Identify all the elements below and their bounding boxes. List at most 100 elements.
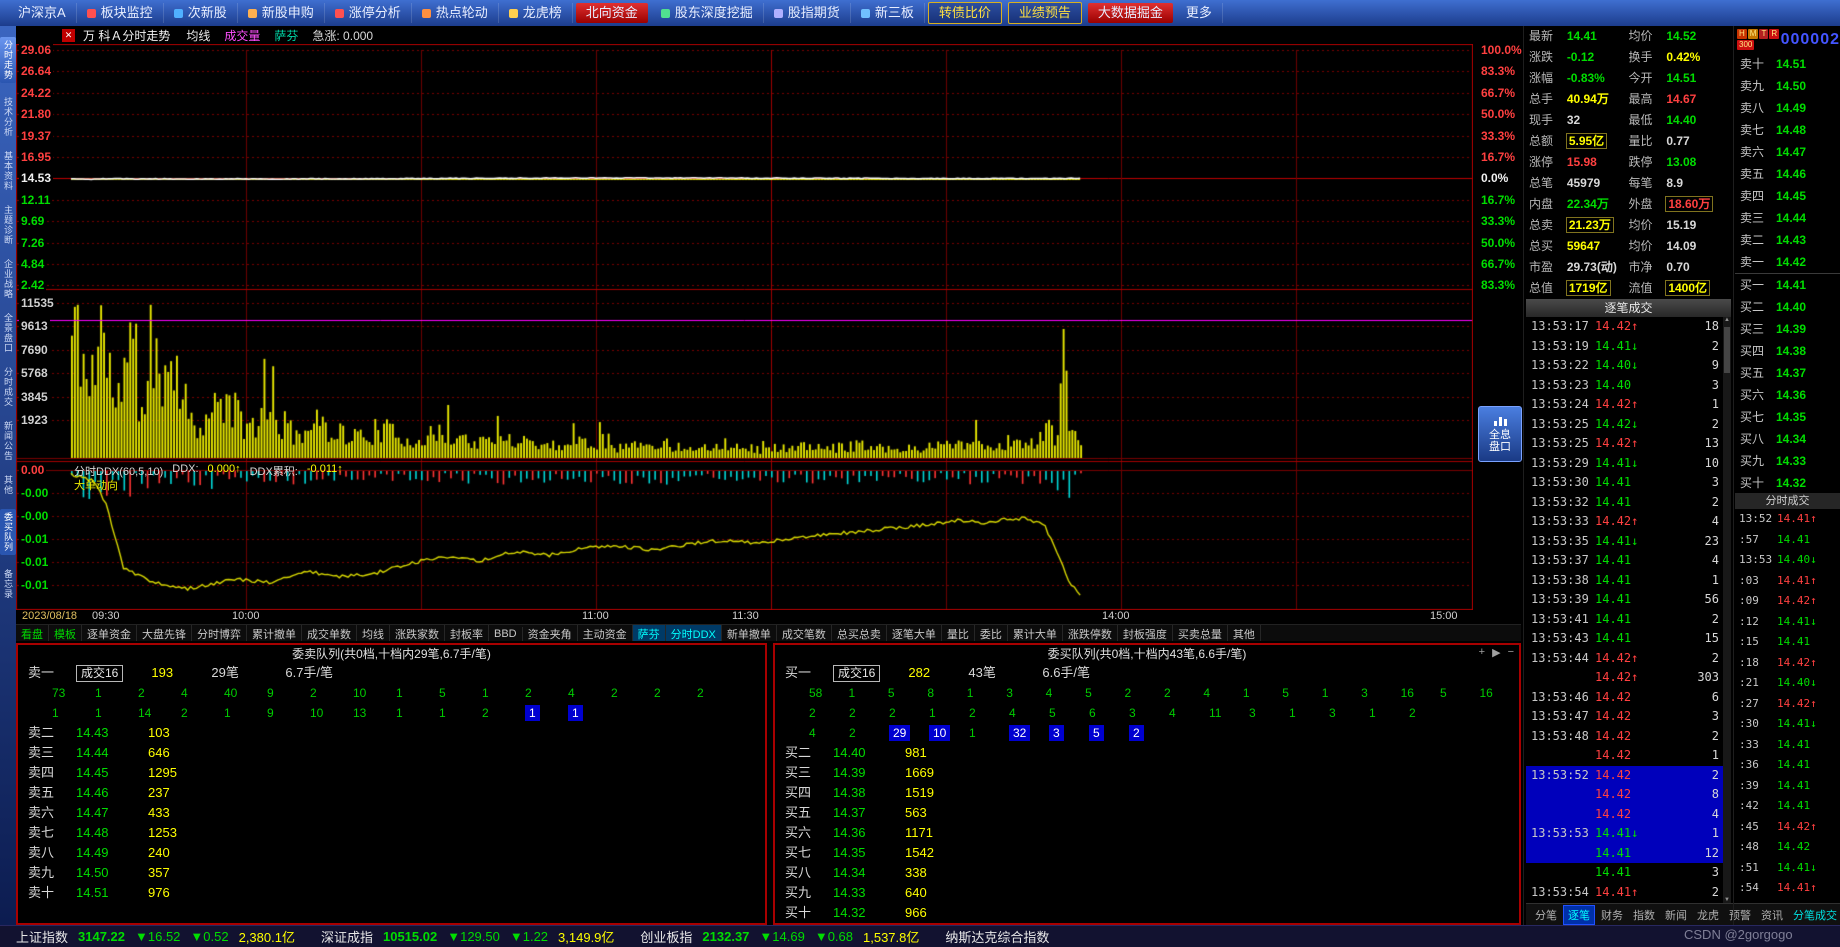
time-sales-row[interactable]: :42 14.41 <box>1735 796 1840 817</box>
time-sales-row[interactable]: 13:53 14.40↓ <box>1735 550 1840 571</box>
menu-item-板块监控[interactable]: 板块监控 <box>77 3 164 23</box>
menu-item-业绩预告[interactable]: 业绩预告 <box>1007 2 1082 24</box>
tick-row[interactable]: 13:53:48 14.42 2 <box>1526 727 1723 747</box>
bid-row[interactable]: 买二 14.40 <box>1735 296 1840 318</box>
tick-row[interactable]: 14.42 4 <box>1526 804 1723 824</box>
ask-row[interactable]: 卖三 14.44 <box>1735 207 1840 229</box>
queue-level-row[interactable]: 买六 14.36 1171 <box>775 823 1519 843</box>
menu-item-龙虎榜[interactable]: 龙虎榜 <box>499 3 573 23</box>
scrollbar-thumb[interactable] <box>1724 327 1730 373</box>
time-sales-row[interactable]: :12 14.41↓ <box>1735 612 1840 633</box>
bid-row[interactable]: 买九 14.33 <box>1735 450 1840 472</box>
sidebar-item-委买队列[interactable]: 委买队列 <box>0 509 16 555</box>
tick-row[interactable]: 14.42↑ 303 <box>1526 668 1723 688</box>
sidebar-item-备忘录[interactable]: 备忘录 <box>1 569 15 599</box>
ask-row[interactable]: 卖一 14.42 <box>1735 251 1840 273</box>
tab-模板[interactable]: 模板 <box>49 624 82 643</box>
tab-涨跌家数[interactable]: 涨跌家数 <box>390 624 445 643</box>
close-icon[interactable]: ✕ <box>62 28 75 42</box>
footer-tab-分笔[interactable]: 分笔 <box>1531 906 1561 924</box>
ask-row[interactable]: 卖六 14.47 <box>1735 141 1840 163</box>
tab-累计大单[interactable]: 累计大单 <box>1008 624 1063 643</box>
menu-item-大数据掘金[interactable]: 大数据掘金 <box>1087 3 1173 23</box>
queue-control-button[interactable]: − <box>1508 646 1514 659</box>
sidebar-item-分时走势[interactable]: 分时走势 <box>0 37 16 83</box>
queue-level-row[interactable]: 卖七 14.48 1253 <box>18 823 765 843</box>
tick-row[interactable]: 13:53:23 14.40 3 <box>1526 376 1723 396</box>
scroll-up-icon[interactable]: ▲ <box>1723 317 1731 323</box>
footer-tab-资讯[interactable]: 资讯 <box>1757 906 1787 924</box>
tab-委比[interactable]: 委比 <box>975 624 1008 643</box>
tick-row[interactable]: 13:53:43 14.41 15 <box>1526 629 1723 649</box>
queue-level-row[interactable]: 卖四 14.45 1295 <box>18 763 765 783</box>
ask-row[interactable]: 卖七 14.48 <box>1735 119 1840 141</box>
bid-row[interactable]: 买六 14.36 <box>1735 384 1840 406</box>
index-quote-上证指数[interactable]: 上证指数 3147.22 ▼16.52 ▼0.52 2,380.1亿 <box>16 927 295 946</box>
footer-tab-分笔成交[interactable]: 分笔成交 <box>1789 906 1840 924</box>
time-sales-row[interactable]: :33 14.41 <box>1735 735 1840 756</box>
tick-row[interactable]: 14.41 3 <box>1526 863 1723 883</box>
tab-成交单数[interactable]: 成交单数 <box>302 624 357 643</box>
tab-逐单资金[interactable]: 逐单资金 <box>82 624 137 643</box>
time-sales-row[interactable]: :45 14.42↑ <box>1735 817 1840 838</box>
queue-level1-row[interactable]: 卖一 成交16 193 29笔 6.7手/笔 <box>18 663 765 683</box>
time-sales-row[interactable]: :57 14.41 <box>1735 530 1840 551</box>
menu-item-新股申购[interactable]: 新股申购 <box>238 3 325 23</box>
tab-封板率[interactable]: 封板率 <box>445 624 489 643</box>
queue-level-row[interactable]: 买七 14.35 1542 <box>775 843 1519 863</box>
intraday-chart-canvas[interactable] <box>16 44 1473 610</box>
menu-item-股指期货[interactable]: 股指期货 <box>764 3 851 23</box>
queue-level-row[interactable]: 买八 14.34 338 <box>775 863 1519 883</box>
tab-成交笔数[interactable]: 成交笔数 <box>777 624 832 643</box>
queue-level-row[interactable]: 卖十 14.51 976 <box>18 883 765 903</box>
menu-item-沪深京A[interactable]: 沪深京A <box>8 3 77 23</box>
tick-row[interactable]: 13:53:25 14.42↑ 13 <box>1526 434 1723 454</box>
time-sales-row[interactable]: :51 14.41↓ <box>1735 858 1840 879</box>
footer-tab-新闻[interactable]: 新闻 <box>1661 906 1691 924</box>
queue-level-row[interactable]: 卖五 14.46 237 <box>18 783 765 803</box>
tab-量比[interactable]: 量比 <box>942 624 975 643</box>
queue-control-button[interactable]: + <box>1479 646 1485 659</box>
sidebar-item-其他[interactable]: 其他 <box>1 475 15 495</box>
tick-row[interactable]: 13:53:19 14.41↓ 2 <box>1526 337 1723 357</box>
tab-分时DDX[interactable]: 分时DDX <box>665 624 722 643</box>
tick-row[interactable]: 13:53:41 14.41 2 <box>1526 610 1723 630</box>
tick-row[interactable]: 13:53:44 14.42↑ 2 <box>1526 649 1723 669</box>
bid-row[interactable]: 买一 14.41 <box>1735 273 1840 296</box>
ask-row[interactable]: 卖八 14.49 <box>1735 97 1840 119</box>
index-quote-创业板指[interactable]: 创业板指 2132.37 ▼14.69 ▼0.68 1,537.8亿 <box>640 927 919 946</box>
tab-涨跌停数[interactable]: 涨跌停数 <box>1063 624 1118 643</box>
footer-tab-预警[interactable]: 预警 <box>1725 906 1755 924</box>
queue-level1-row[interactable]: 买一 成交16 282 43笔 6.6手/笔 <box>775 663 1519 683</box>
tick-row[interactable]: 13:53:53 14.41↓ 1 <box>1526 824 1723 844</box>
time-sales-row[interactable]: :15 14.41 <box>1735 632 1840 653</box>
tab-BBD[interactable]: BBD <box>489 626 523 641</box>
queue-level-row[interactable]: 买九 14.33 640 <box>775 883 1519 903</box>
tick-row[interactable]: 13:53:47 14.42 3 <box>1526 707 1723 727</box>
bid-row[interactable]: 买五 14.37 <box>1735 362 1840 384</box>
tab-萨芬[interactable]: 萨芬 <box>632 624 666 643</box>
tick-row[interactable]: 13:53:52 14.42 2 <box>1526 765 1723 785</box>
sidebar-item-企业战略[interactable]: 企业战略 <box>1 259 15 299</box>
menu-item-热点轮动[interactable]: 热点轮动 <box>412 3 499 23</box>
bid-row[interactable]: 买八 14.34 <box>1735 428 1840 450</box>
bid-row[interactable]: 买十 14.32 <box>1735 472 1840 494</box>
menu-item-涨停分析[interactable]: 涨停分析 <box>325 3 412 23</box>
queue-level-row[interactable]: 买五 14.37 563 <box>775 803 1519 823</box>
time-sales-row[interactable]: 13:52 14.41↑ <box>1735 509 1840 530</box>
ask-row[interactable]: 卖九 14.50 <box>1735 75 1840 97</box>
index-quote-深证成指[interactable]: 深证成指 10515.02 ▼129.50 ▼1.22 3,149.9亿 <box>321 927 614 946</box>
queue-level-row[interactable]: 买二 14.40 981 <box>775 743 1519 763</box>
tick-row[interactable]: 13:53:25 14.42↓ 2 <box>1526 415 1723 435</box>
time-sales-row[interactable]: :36 14.41 <box>1735 755 1840 776</box>
tick-row[interactable]: 14.42 1 <box>1526 746 1723 766</box>
tab-总买总卖[interactable]: 总买总卖 <box>832 624 887 643</box>
tab-封板强度[interactable]: 封板强度 <box>1118 624 1173 643</box>
time-sales-row[interactable]: :39 14.41 <box>1735 776 1840 797</box>
tick-row[interactable]: 14.42 8 <box>1526 785 1723 805</box>
menu-item-转债比价[interactable]: 转债比价 <box>927 2 1002 24</box>
time-sales-row[interactable]: :27 14.42↑ <box>1735 694 1840 715</box>
queue-panel-controls[interactable]: + ▶ − <box>1479 646 1514 659</box>
tick-row[interactable]: 13:53:37 14.41 4 <box>1526 551 1723 571</box>
footer-tab-龙虎[interactable]: 龙虎 <box>1693 906 1723 924</box>
